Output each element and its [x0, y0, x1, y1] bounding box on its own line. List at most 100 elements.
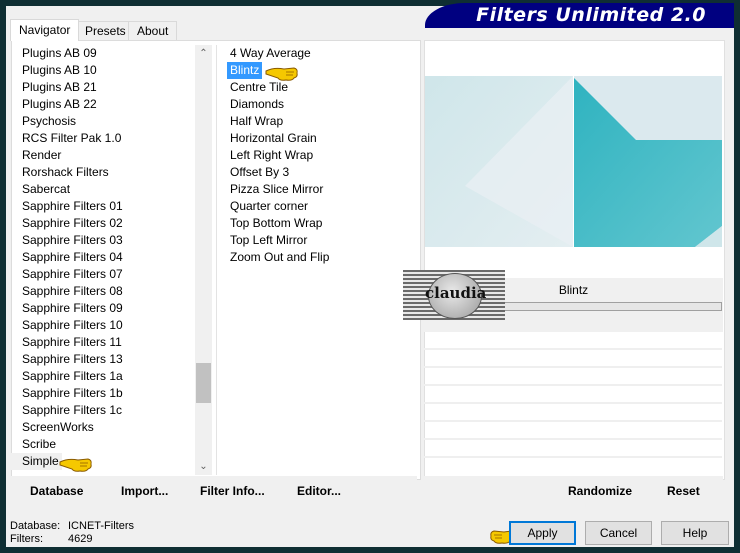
category-item[interactable]: Sapphire Filters 13: [11, 351, 196, 368]
filter-item[interactable]: Centre Tile: [219, 79, 409, 96]
category-item-label: Sapphire Filters 02: [22, 216, 123, 230]
filter-item-label: Pizza Slice Mirror: [230, 182, 324, 196]
category-item[interactable]: Plugins AB 10: [11, 62, 196, 79]
navigator-button-bar: Database Import... Filter Info... Editor…: [11, 476, 417, 506]
filter-item[interactable]: Half Wrap: [219, 113, 409, 130]
category-item[interactable]: Sapphire Filters 1a: [11, 368, 196, 385]
category-item-label: Sapphire Filters 09: [22, 301, 123, 315]
category-item-label: Sapphire Filters 01: [22, 199, 123, 213]
filter-item[interactable]: 4 Way Average: [219, 45, 409, 62]
filter-item-label: Offset By 3: [230, 165, 290, 179]
database-value: ICNET-Filters: [68, 520, 134, 532]
filter-item-label: Quarter corner: [230, 199, 309, 213]
filter-item[interactable]: Horizontal Grain: [219, 130, 409, 147]
scroll-up-icon[interactable]: ⌃: [195, 45, 212, 62]
category-item[interactable]: ScreenWorks: [11, 419, 196, 436]
category-item[interactable]: Sapphire Filters 11: [11, 334, 196, 351]
filter-item-label: Zoom Out and Flip: [230, 250, 330, 264]
filters-count-label: Filters:: [10, 533, 43, 545]
category-item[interactable]: Sapphire Filters 04: [11, 249, 196, 266]
control-separator: [424, 348, 722, 350]
filter-item[interactable]: Diamonds: [219, 96, 409, 113]
database-label: Database:: [10, 520, 61, 532]
filter-list[interactable]: 4 Way Average Blintz Centre Tile Diamonds Ha…: [219, 45, 409, 266]
filter-item-label: Diamonds: [230, 97, 285, 111]
filter-item[interactable]: Offset By 3: [219, 164, 409, 181]
category-item[interactable]: RCS Filter Pak 1.0: [11, 130, 196, 147]
filter-item[interactable]: Quarter corner: [219, 198, 409, 215]
pointing-hand-icon: [265, 67, 298, 81]
filter-preview-image: [425, 76, 722, 247]
category-item[interactable]: Plugins AB 09: [11, 45, 196, 62]
pointing-hand-icon: [59, 458, 92, 472]
category-item-label: Sabercat: [22, 182, 71, 196]
list-divider: [216, 45, 217, 475]
reset-button[interactable]: Reset: [667, 476, 700, 506]
filter-item-label: Left Right Wrap: [230, 148, 314, 162]
category-item[interactable]: Psychosis: [11, 113, 196, 130]
control-separator: [424, 420, 722, 422]
database-button[interactable]: Database: [30, 476, 83, 506]
category-item-label: Rorshack Filters: [22, 165, 109, 179]
category-item[interactable]: Sapphire Filters 07: [11, 266, 196, 283]
randomize-button[interactable]: Randomize: [568, 476, 632, 506]
category-list[interactable]: Plugins AB 09 Plugins AB 10 Plugins AB 21 P…: [11, 45, 196, 475]
status-area: Database: ICNET-Filters Filters: 4629: [10, 520, 134, 546]
category-item[interactable]: Scribe: [11, 436, 196, 453]
tab-about[interactable]: About: [128, 21, 178, 40]
category-item[interactable]: Plugins AB 22: [11, 96, 196, 113]
category-item-label: RCS Filter Pak 1.0: [22, 131, 122, 145]
category-item-label: Plugins AB 22: [22, 97, 97, 111]
category-item[interactable]: Sapphire Filters 09: [11, 300, 196, 317]
app-title: Filters Unlimited 2.0: [476, 4, 706, 26]
filter-item[interactable]: Top Bottom Wrap: [219, 215, 409, 232]
category-item-label: Sapphire Filters 11: [22, 335, 122, 349]
category-item[interactable]: Plugins AB 21: [11, 79, 196, 96]
control-separator: [424, 456, 722, 458]
filter-item[interactable]: Pizza Slice Mirror: [219, 181, 409, 198]
scroll-thumb[interactable]: [196, 363, 211, 403]
category-item-label: Sapphire Filters 07: [22, 267, 123, 281]
category-item[interactable]: Simple: [11, 453, 196, 470]
category-item[interactable]: Sapphire Filters 10: [11, 317, 196, 334]
filter-item-label: Top Left Mirror: [230, 233, 308, 247]
category-item[interactable]: Render: [11, 147, 196, 164]
control-separator: [424, 438, 722, 440]
tab-navigator[interactable]: Navigator: [10, 19, 80, 41]
filter-item-label: Horizontal Grain: [230, 131, 317, 145]
category-item-label: Plugins AB 21: [22, 80, 97, 94]
filter-info-button[interactable]: Filter Info...: [200, 476, 265, 506]
import-button[interactable]: Import...: [121, 476, 168, 506]
filter-item[interactable]: Top Left Mirror: [219, 232, 409, 249]
category-item[interactable]: Sapphire Filters 01: [11, 198, 196, 215]
cancel-button[interactable]: Cancel: [585, 521, 652, 545]
scroll-down-icon[interactable]: ⌄: [195, 458, 212, 475]
filter-item[interactable]: Zoom Out and Flip: [219, 249, 409, 266]
category-item[interactable]: Sapphire Filters 03: [11, 232, 196, 249]
editor-button[interactable]: Editor...: [297, 476, 341, 506]
help-button[interactable]: Help: [661, 521, 729, 545]
category-scrollbar[interactable]: ⌃ ⌄: [195, 45, 212, 475]
category-item[interactable]: Sapphire Filters 02: [11, 215, 196, 232]
category-item[interactable]: Rorshack Filters: [11, 164, 196, 181]
category-item-label: Render: [22, 148, 62, 162]
watermark-logo: claudia: [403, 270, 505, 320]
tab-presets[interactable]: Presets: [76, 21, 135, 40]
category-item[interactable]: Sapphire Filters 1b: [11, 385, 196, 402]
category-item[interactable]: Sabercat: [11, 181, 196, 198]
category-item-label: Sapphire Filters 1b: [22, 386, 123, 400]
category-item-label: Plugins AB 09: [22, 46, 97, 60]
filter-item[interactable]: Left Right Wrap: [219, 147, 409, 164]
watermark-text: claudia: [425, 284, 487, 302]
filter-item[interactable]: Blintz: [219, 62, 409, 79]
category-item[interactable]: Sapphire Filters 1c: [11, 402, 196, 419]
category-item-label: ScreenWorks: [22, 420, 94, 434]
control-separator: [424, 384, 722, 386]
filter-item-label: Centre Tile: [230, 80, 289, 94]
category-item-label: Sapphire Filters 1c: [22, 403, 123, 417]
category-item-label: Sapphire Filters 04: [22, 250, 123, 264]
apply-button[interactable]: Apply: [509, 521, 576, 545]
category-item[interactable]: Sapphire Filters 08: [11, 283, 196, 300]
filter-item-label: Top Bottom Wrap: [230, 216, 323, 230]
category-item-label: Sapphire Filters 1a: [22, 369, 123, 383]
